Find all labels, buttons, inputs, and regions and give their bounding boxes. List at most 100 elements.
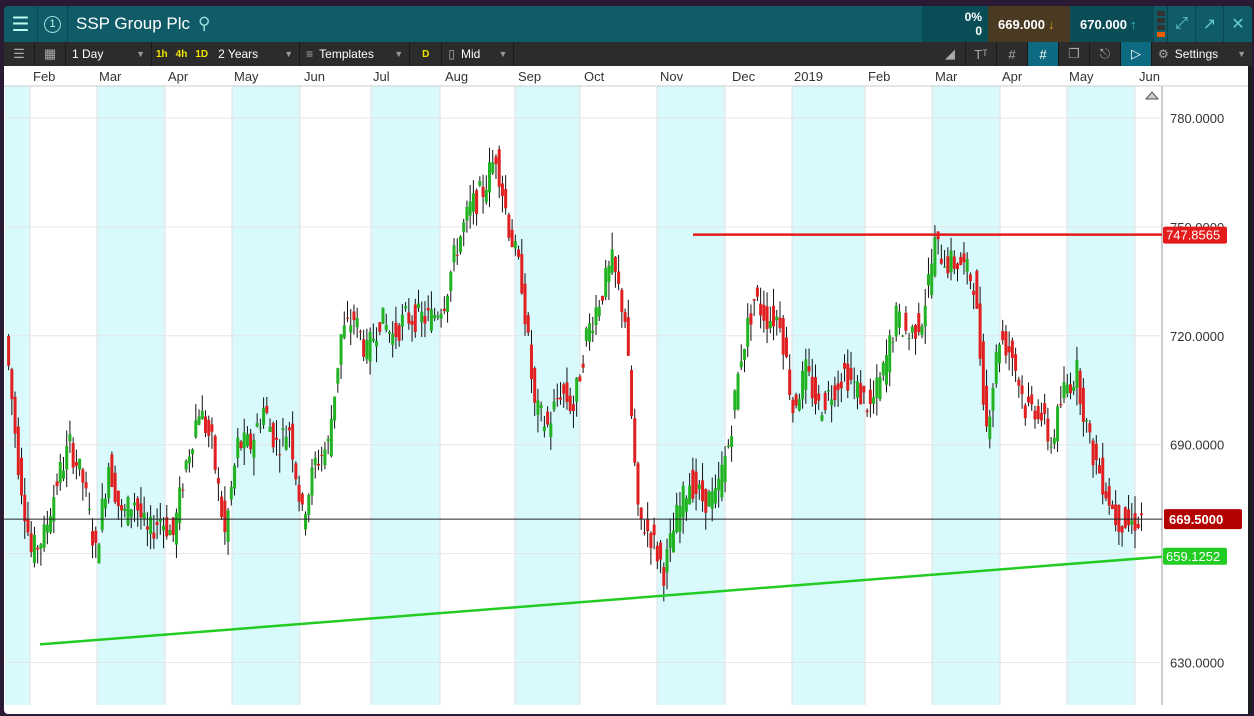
candle-body <box>191 449 195 455</box>
candle-body <box>639 507 643 519</box>
chart-svg[interactable]: Feb Mar Apr May Jun Jul Aug Sep Oct Nov Dec 2019 Feb… <box>4 66 1248 714</box>
x-tick-label: 2019 <box>794 69 823 84</box>
candle-body <box>826 390 830 392</box>
candle-body <box>336 368 340 384</box>
candle-body <box>478 181 482 186</box>
quick-1d-button[interactable]: 1D <box>191 49 212 60</box>
popout-icon[interactable]: ↗ <box>1196 6 1224 42</box>
candle-body <box>985 385 989 427</box>
instrument-number-badge[interactable]: 1 <box>38 6 68 42</box>
drawing-tool-icon[interactable]: ◢ <box>935 42 966 66</box>
candle-body <box>907 338 911 340</box>
candle-body <box>804 359 808 390</box>
settings-select[interactable]: ⚙ Settings ▼ <box>1152 42 1252 66</box>
candle-body <box>991 387 995 411</box>
menu-icon[interactable]: ☰ <box>4 6 38 42</box>
candle-body <box>655 545 659 562</box>
text-size-icon[interactable]: Tᵀ <box>966 42 997 66</box>
candle-body <box>759 303 763 316</box>
price-label-icon[interactable]: ▷ <box>1121 42 1152 66</box>
candle-body <box>552 401 556 410</box>
candle-body <box>342 325 346 338</box>
candle-body <box>1139 513 1143 516</box>
grid-icon[interactable]: # <box>997 42 1028 66</box>
candle-body <box>226 510 230 542</box>
instrument-title[interactable]: SSP Group Plc ⚲ <box>68 6 922 42</box>
crosshair-icon[interactable]: ⎋ <box>1090 42 1121 66</box>
maximize-icon[interactable]: ⤢ <box>1168 6 1196 42</box>
candle-body <box>1030 394 1034 405</box>
candle-body <box>45 524 49 533</box>
price-type-select[interactable]: ▯ Mid ▼ <box>442 42 515 66</box>
candle-body <box>762 304 766 321</box>
candle-body <box>484 189 488 203</box>
candle-body <box>801 370 805 400</box>
candle-body <box>1049 446 1053 448</box>
candle-body <box>817 393 821 401</box>
candle-body <box>220 496 224 518</box>
candle-body <box>613 257 617 272</box>
candle-body <box>300 493 304 505</box>
candle-body <box>429 309 433 331</box>
candle-body <box>765 306 769 329</box>
sell-price-button[interactable]: 669.000 ↓ <box>988 6 1070 42</box>
candle-body <box>868 389 872 404</box>
quick-4h-button[interactable]: 4h <box>172 49 192 60</box>
candle-body <box>878 376 882 400</box>
candle-body <box>726 445 730 447</box>
templates-select[interactable]: ≡ Templates ▼ <box>300 42 411 66</box>
candle-body <box>813 377 817 405</box>
chart-toolbar: ☰ ▦ 1 Day ▼ 1h 4h 1D 2 Years ▼ ≡ Templates ▼… <box>4 42 1252 66</box>
candle-body <box>642 532 646 534</box>
candle-body <box>410 320 414 325</box>
x-tick-label: Feb <box>868 69 890 84</box>
templates-label: Templates <box>319 47 374 61</box>
candle-body <box>839 381 843 389</box>
y-tick-label: 630.0000 <box>1170 656 1224 671</box>
search-icon[interactable]: ⚲ <box>198 14 210 34</box>
arrow-up-icon: ↑ <box>1130 16 1137 32</box>
layout-icon[interactable]: ▦ <box>35 42 66 66</box>
date-axis <box>4 66 1248 86</box>
candle-body <box>174 512 178 545</box>
candle-body <box>346 317 350 319</box>
candle-body <box>684 498 688 512</box>
candle-body <box>475 190 479 215</box>
price-chart[interactable]: Feb Mar Apr May Jun Jul Aug Sep Oct Nov Dec 2019 Feb… <box>4 66 1248 714</box>
interval-select[interactable]: 1 Day ▼ <box>66 42 152 66</box>
candles-icon: ▯ <box>448 47 455 61</box>
candle-body <box>452 245 456 263</box>
candle-body <box>65 446 69 470</box>
range-select[interactable]: 2 Years ▼ <box>212 42 301 66</box>
y-tick-label: 690.0000 <box>1170 438 1224 453</box>
candle-body <box>187 456 191 464</box>
candle-body <box>323 449 327 466</box>
close-icon[interactable]: ✕ <box>1224 6 1252 42</box>
d-button[interactable]: D <box>418 49 433 60</box>
candle-body <box>691 469 695 499</box>
candle-body <box>442 308 446 311</box>
change-abs: 0 <box>975 24 982 38</box>
month-band <box>932 86 1000 705</box>
grid-snap-icon[interactable]: # <box>1028 42 1059 66</box>
candle-body <box>562 384 566 394</box>
candle-body <box>439 313 443 319</box>
candle-body <box>494 156 498 165</box>
candle-body <box>113 472 117 503</box>
buy-price-button[interactable]: 670.000 ↑ <box>1070 6 1154 42</box>
candle-body <box>291 423 295 460</box>
quick-1h-button[interactable]: 1h <box>152 49 172 60</box>
candle-body <box>943 266 947 268</box>
candle-body <box>200 410 204 420</box>
candle-body <box>717 478 721 491</box>
candle-body <box>665 548 669 573</box>
list-icon[interactable]: ☰ <box>4 42 35 66</box>
candle-body <box>546 411 550 425</box>
candle-body <box>668 533 672 548</box>
candle-body <box>1017 379 1021 386</box>
candle-body <box>203 416 207 433</box>
candle-body <box>723 455 727 483</box>
sliders-icon: ≡ <box>306 47 314 61</box>
candle-body <box>391 333 395 345</box>
windows-icon[interactable]: ❐ <box>1059 42 1090 66</box>
